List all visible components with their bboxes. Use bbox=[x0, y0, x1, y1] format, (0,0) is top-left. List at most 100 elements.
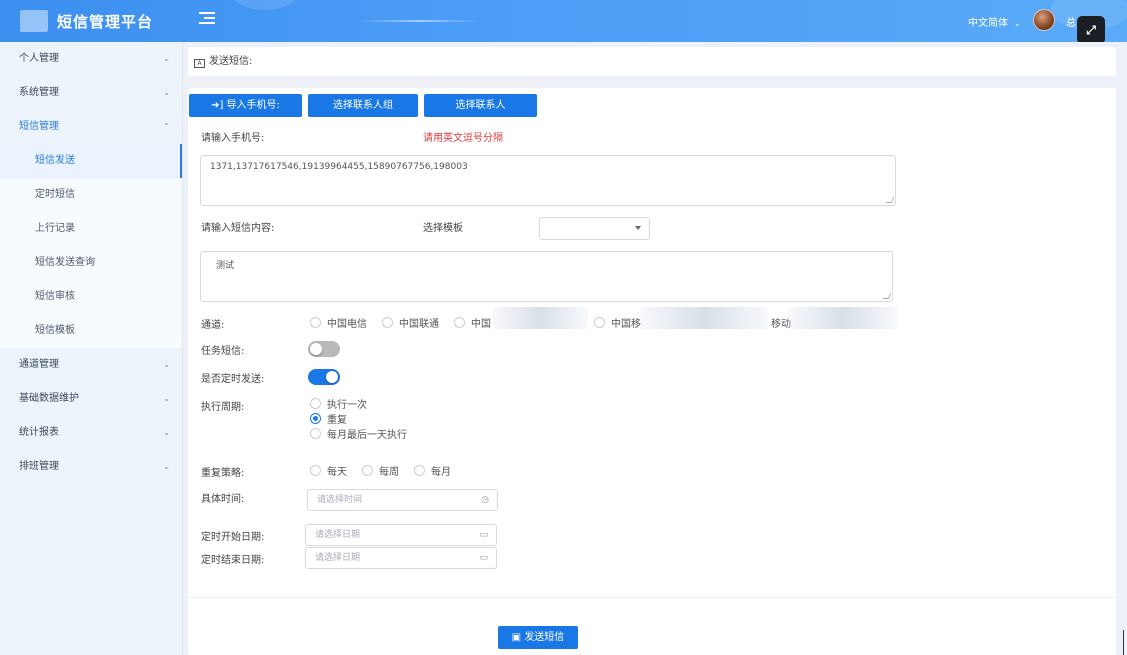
radio-icon bbox=[594, 317, 605, 328]
sidebar-item-label: 系统管理 bbox=[19, 87, 59, 98]
radio-label: 中国移 bbox=[611, 319, 641, 330]
channel-radio-3[interactable]: 中国 bbox=[454, 315, 491, 330]
channel-radio-group: 中国电信 中国联通 中国 bbox=[310, 315, 506, 330]
phone-input-value: 1371,13717617546,19139964455,15890767756… bbox=[210, 162, 468, 172]
chevron-down-icon: ⌄ bbox=[163, 360, 170, 369]
sidebar-item-uplink-records[interactable]: 上行记录 bbox=[0, 212, 182, 246]
app-title: 短信管理平台 bbox=[57, 13, 154, 31]
sms-submenu: 短信发送 定时短信 上行记录 短信发送查询 短信审核 短信模板 bbox=[0, 144, 182, 348]
time-label: 具体时间: bbox=[201, 494, 245, 505]
end-date-picker[interactable]: 请选择日期 ▭ bbox=[305, 547, 497, 569]
channel-radio-telecom[interactable]: 中国电信 bbox=[310, 315, 367, 330]
sidebar-item-label: 排班管理 bbox=[19, 461, 59, 472]
strategy-radio-weekly[interactable]: 每周 bbox=[362, 463, 399, 478]
avatar[interactable] bbox=[1033, 9, 1055, 31]
resize-handle-icon[interactable] bbox=[882, 293, 892, 299]
radio-label: 中国 bbox=[471, 319, 491, 330]
strategy-label: 重复策略: bbox=[201, 468, 245, 479]
strategy-radio-group: 每天 每周 每月 bbox=[310, 463, 466, 478]
sidebar-item-label: 统计报表 bbox=[19, 427, 59, 438]
strategy-radio-monthly[interactable]: 每月 bbox=[414, 463, 451, 478]
save-icon: ▣ bbox=[511, 632, 525, 643]
task-sms-switch[interactable] bbox=[308, 341, 340, 357]
button-label: 导入手机号: bbox=[226, 100, 280, 111]
language-selector[interactable]: 中文简体 ⌄ bbox=[968, 14, 1021, 29]
chevron-down-icon: ⌄ bbox=[163, 462, 170, 471]
send-sms-button[interactable]: ▣ 发送短信 bbox=[498, 626, 578, 649]
timed-send-switch[interactable] bbox=[308, 369, 340, 385]
select-contact-button[interactable]: 选择联系人 bbox=[424, 94, 537, 117]
sidebar-item-system[interactable]: 系统管理 ⌄ bbox=[0, 76, 182, 110]
radio-icon bbox=[382, 317, 393, 328]
content-input[interactable]: 测试 bbox=[200, 251, 893, 302]
sidebar-item-channel[interactable]: 通道管理 ⌄ bbox=[0, 348, 182, 382]
phone-hint: 请用英文逗号分隔 bbox=[423, 133, 503, 144]
cycle-radio-month-end[interactable]: 每月最后一天执行 bbox=[310, 427, 407, 441]
sidebar-item-personal[interactable]: 个人管理 ⌄ bbox=[0, 42, 182, 76]
sidebar-item-sms[interactable]: 短信管理 ⌃ bbox=[0, 110, 182, 144]
sidebar-item-label: 短信管理 bbox=[19, 121, 59, 132]
sidebar-item-sms-send[interactable]: 短信发送 bbox=[0, 144, 182, 178]
radio-icon bbox=[310, 465, 321, 476]
template-select[interactable] bbox=[539, 217, 650, 240]
header-decoration-line bbox=[360, 20, 480, 22]
window-edge bbox=[1123, 630, 1124, 655]
clock-icon: ◷ bbox=[481, 495, 489, 505]
start-date-picker[interactable]: 请选择日期 ▭ bbox=[305, 524, 497, 546]
radio-label: 中国电信 bbox=[327, 319, 367, 330]
radio-icon bbox=[310, 398, 321, 409]
end-date-label: 定时结束日期: bbox=[201, 555, 265, 566]
caret-down-icon bbox=[635, 226, 641, 230]
time-placeholder: 请选择时间 bbox=[317, 495, 363, 505]
sidebar-item-sms-template[interactable]: 短信模板 bbox=[0, 314, 182, 348]
menu-toggle-icon[interactable] bbox=[199, 12, 215, 28]
user-name[interactable]: 总 bbox=[1066, 14, 1076, 29]
sidebar-item-send-query[interactable]: 短信发送查询 bbox=[0, 246, 182, 280]
sidebar-item-reports[interactable]: 统计报表 ⌄ bbox=[0, 416, 182, 450]
sidebar-item-basic-data[interactable]: 基础数据维护 ⌄ bbox=[0, 382, 182, 416]
top-header: 短信管理平台 中文简体 ⌄ 总 ⤢ bbox=[0, 0, 1127, 42]
sidebar-item-label: 个人管理 bbox=[19, 53, 59, 64]
cycle-radio-once[interactable]: 执行一次 bbox=[310, 397, 407, 411]
radio-label: 重复 bbox=[327, 415, 347, 426]
sidebar-item-label: 通道管理 bbox=[19, 359, 59, 370]
cycle-radio-repeat[interactable]: 重复 bbox=[310, 412, 407, 426]
breadcrumb: A 发送短信: bbox=[188, 47, 1116, 76]
import-phone-button[interactable]: ➜] 导入手机号: bbox=[189, 94, 302, 117]
time-picker[interactable]: 请选择时间 ◷ bbox=[307, 489, 498, 511]
phone-input[interactable]: 1371,13717617546,19139964455,15890767756… bbox=[200, 155, 896, 206]
content-input-value: 测试 bbox=[216, 261, 235, 271]
sidebar-item-scheduled-sms[interactable]: 定时短信 bbox=[0, 178, 182, 212]
chevron-down-icon: ⌄ bbox=[163, 394, 170, 403]
cycle-radio-group: 执行一次 重复 每月最后一天执行 bbox=[310, 397, 422, 442]
header-decoration bbox=[230, 0, 300, 10]
chevron-down-icon: ⌄ bbox=[163, 54, 170, 63]
timed-send-label: 是否定时发送: bbox=[201, 374, 265, 385]
phone-label: 请输入手机号: bbox=[201, 133, 265, 144]
radio-label: 每月 bbox=[431, 467, 451, 478]
channel-radio-mobile[interactable]: 中国移 bbox=[594, 315, 641, 330]
send-sms-panel: ➜] 导入手机号: 选择联系人组 选择联系人 请输入手机号: 请用英文逗号分隔 … bbox=[188, 88, 1116, 655]
content-label: 请输入短信内容: bbox=[201, 223, 275, 234]
template-label: 选择模板 bbox=[423, 223, 463, 234]
blurred-region bbox=[640, 307, 768, 329]
blurred-region bbox=[493, 307, 588, 329]
sms-icon: A bbox=[194, 59, 205, 68]
switch-knob bbox=[310, 343, 322, 355]
radio-label: 执行一次 bbox=[327, 400, 367, 411]
date-placeholder: 请选择日期 bbox=[315, 553, 361, 563]
strategy-radio-daily[interactable]: 每天 bbox=[310, 463, 347, 478]
expand-icon[interactable]: ⤢ bbox=[1077, 16, 1105, 42]
calendar-icon: ▭ bbox=[479, 530, 488, 540]
date-placeholder: 请选择日期 bbox=[315, 530, 361, 540]
sidebar-item-label: 基础数据维护 bbox=[19, 393, 79, 404]
channel-label: 通道: bbox=[201, 320, 225, 331]
channel-radio-unicom[interactable]: 中国联通 bbox=[382, 315, 439, 330]
sidebar-item-sms-review[interactable]: 短信审核 bbox=[0, 280, 182, 314]
select-contact-group-button[interactable]: 选择联系人组 bbox=[308, 94, 418, 117]
language-label: 中文简体 bbox=[968, 18, 1008, 29]
sidebar-item-schedule[interactable]: 排班管理 ⌄ bbox=[0, 450, 182, 484]
button-label: 发送短信 bbox=[524, 632, 565, 643]
calendar-icon: ▭ bbox=[479, 553, 488, 563]
resize-handle-icon[interactable] bbox=[885, 197, 895, 203]
